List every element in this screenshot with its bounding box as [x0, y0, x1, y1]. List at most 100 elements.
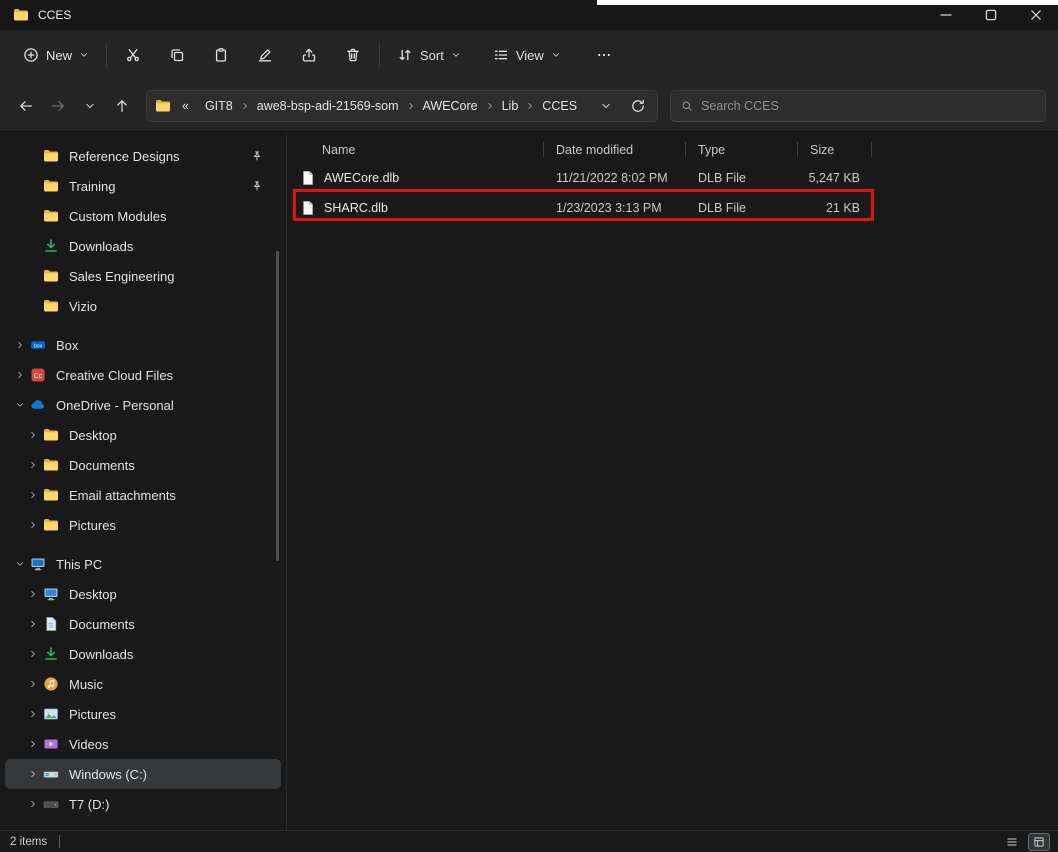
list-view-toggle[interactable]: [1001, 833, 1023, 851]
forward-button[interactable]: [44, 92, 72, 120]
sidebar-item-label: Sales Engineering: [69, 269, 281, 284]
sidebar-item-pictures[interactable]: Pictures: [5, 699, 281, 729]
sidebar-item-windows-c[interactable]: Windows (C:): [5, 759, 281, 789]
sidebar-item-label: Reference Designs: [69, 149, 247, 164]
new-button[interactable]: New: [14, 40, 98, 70]
status-divider: [59, 835, 60, 848]
file-name-cell: SHARC.dlb: [288, 200, 544, 216]
search-box[interactable]: [670, 90, 1046, 122]
refresh-icon: [630, 98, 646, 114]
sidebar-item-creative-cloud-files[interactable]: CcCreative Cloud Files: [5, 360, 281, 390]
breadcrumb-collapse[interactable]: «: [177, 96, 194, 116]
sidebar-item-vizio[interactable]: Vizio: [5, 291, 281, 321]
chevron-right-icon[interactable]: [24, 799, 41, 809]
column-header-date-modified[interactable]: Date modified: [544, 136, 686, 163]
refresh-button[interactable]: [627, 95, 649, 117]
sidebar-item-sales-engineering[interactable]: Sales Engineering: [5, 261, 281, 291]
drive-windows-icon: [41, 766, 61, 782]
chevron-right-icon[interactable]: [24, 739, 41, 749]
file-name: SHARC.dlb: [324, 201, 388, 215]
recent-locations-button[interactable]: [76, 92, 104, 120]
sidebar-item-training[interactable]: Training: [5, 171, 281, 201]
chevron-right-icon[interactable]: [24, 709, 41, 719]
cut-button[interactable]: [115, 40, 151, 70]
sidebar-item-documents[interactable]: Documents: [5, 609, 281, 639]
rename-button[interactable]: [247, 40, 283, 70]
breadcrumb-segment[interactable]: GIT8: [200, 96, 238, 116]
chevron-right-icon[interactable]: [24, 649, 41, 659]
rename-icon: [257, 47, 273, 63]
breadcrumb-segment[interactable]: Lib: [497, 96, 524, 116]
sidebar-scrollbar[interactable]: [276, 251, 279, 561]
sort-button[interactable]: Sort: [388, 40, 470, 70]
chevron-down-icon[interactable]: [11, 559, 28, 569]
sidebar-item-videos[interactable]: Videos: [5, 729, 281, 759]
share-button[interactable]: [291, 40, 327, 70]
sidebar-item-pictures[interactable]: Pictures: [5, 510, 281, 540]
sidebar-item-t7-d[interactable]: T7 (D:): [5, 789, 281, 819]
breadcrumb-chevron-icon[interactable]: [525, 101, 535, 111]
chevron-right-icon[interactable]: [24, 430, 41, 440]
chevron-right-icon[interactable]: [11, 370, 28, 380]
breadcrumb-chevron-icon[interactable]: [406, 101, 416, 111]
up-button[interactable]: [108, 92, 136, 120]
chevron-right-icon[interactable]: [24, 490, 41, 500]
view-icon: [493, 47, 509, 63]
sidebar-item-label: Training: [69, 179, 247, 194]
sidebar-item-label: T7 (D:): [69, 797, 281, 812]
back-button[interactable]: [12, 92, 40, 120]
sidebar-item-music[interactable]: Music: [5, 669, 281, 699]
copy-button[interactable]: [159, 40, 195, 70]
sidebar-item-this-pc[interactable]: This PC: [5, 549, 281, 579]
sidebar-item-label: Box: [56, 338, 281, 353]
paste-button[interactable]: [203, 40, 239, 70]
share-icon: [301, 47, 317, 63]
address-bar-controls: [595, 95, 649, 117]
sidebar-item-email-attachments[interactable]: Email attachments: [5, 480, 281, 510]
file-row-awecore-dlb[interactable]: AWECore.dlb11/21/2022 8:02 PMDLB File5,2…: [288, 163, 1058, 193]
address-dropdown-button[interactable]: [595, 95, 617, 117]
more-options-button[interactable]: [586, 40, 622, 70]
column-header-name[interactable]: Name: [288, 136, 544, 163]
sort-button-label: Sort: [420, 48, 444, 63]
pin-icon: [247, 150, 267, 162]
sidebar-item-desktop[interactable]: Desktop: [5, 420, 281, 450]
sidebar-item-desktop[interactable]: Desktop: [5, 579, 281, 609]
pin-icon: [247, 180, 267, 192]
breadcrumb-segment[interactable]: CCES: [537, 96, 582, 116]
file-size: 21 KB: [798, 201, 872, 215]
sidebar-item-label: Music: [69, 677, 281, 692]
back-arrow-icon: [18, 98, 34, 114]
breadcrumb-segment[interactable]: awe8-bsp-adi-21569-som: [252, 96, 404, 116]
chevron-right-icon[interactable]: [24, 619, 41, 629]
sidebar-item-downloads[interactable]: Downloads: [5, 231, 281, 261]
sidebar-item-reference-designs[interactable]: Reference Designs: [5, 141, 281, 171]
sidebar-item-custom-modules[interactable]: Custom Modules: [5, 201, 281, 231]
file-row-sharc-dlb[interactable]: SHARC.dlb1/23/2023 3:13 PMDLB File21 KB: [288, 193, 1058, 223]
chevron-down-icon[interactable]: [11, 400, 28, 410]
forward-arrow-icon: [50, 98, 66, 114]
chevron-right-icon[interactable]: [24, 769, 41, 779]
cut-icon: [125, 47, 141, 63]
chevron-right-icon[interactable]: [24, 679, 41, 689]
chevron-right-icon[interactable]: [24, 589, 41, 599]
column-header-size[interactable]: Size: [798, 136, 872, 163]
address-bar[interactable]: « GIT8 awe8-bsp-adi-21569-som AWECore Lib CC…: [146, 90, 658, 122]
view-button[interactable]: View: [484, 40, 570, 70]
search-input[interactable]: [701, 99, 1035, 113]
sidebar-item-downloads[interactable]: Downloads: [5, 639, 281, 669]
sidebar-item-box[interactable]: boxBox: [5, 330, 281, 360]
delete-button[interactable]: [335, 40, 371, 70]
details-view-toggle[interactable]: [1028, 833, 1050, 851]
column-header-type[interactable]: Type: [686, 136, 798, 163]
chevron-right-icon[interactable]: [24, 520, 41, 530]
sidebar-item-onedrive-personal[interactable]: OneDrive - Personal: [5, 390, 281, 420]
sidebar-item-documents[interactable]: Documents: [5, 450, 281, 480]
breadcrumb-chevron-icon[interactable]: [240, 101, 250, 111]
copy-icon: [169, 47, 185, 63]
chevron-right-icon[interactable]: [11, 340, 28, 350]
chevron-right-icon[interactable]: [24, 460, 41, 470]
file-type: DLB File: [686, 171, 798, 185]
breadcrumb-chevron-icon[interactable]: [485, 101, 495, 111]
breadcrumb-segment[interactable]: AWECore: [418, 96, 483, 116]
